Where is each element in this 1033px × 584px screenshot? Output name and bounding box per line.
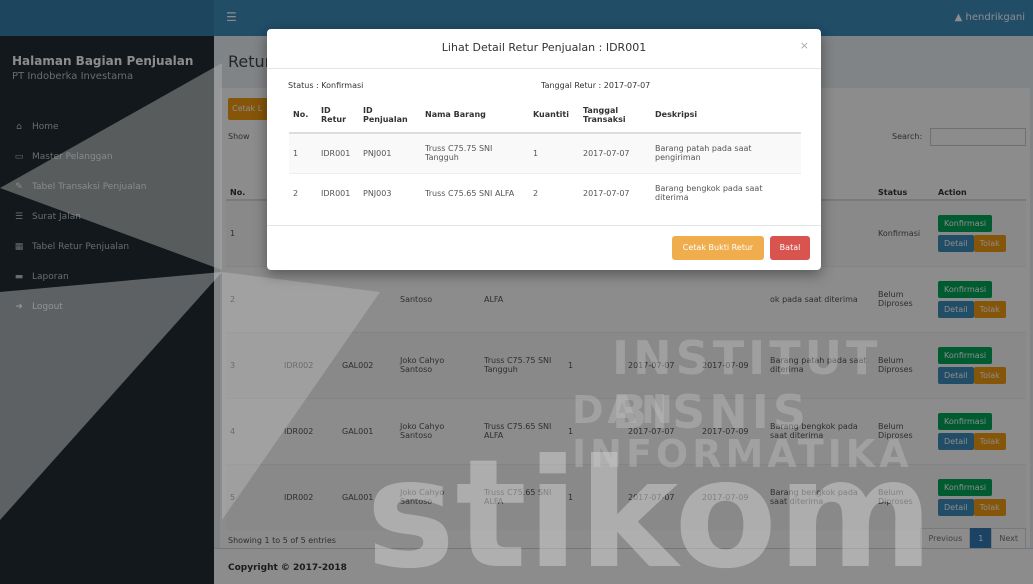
retur-detail-modal: Lihat Detail Retur Penjualan : IDR001 × … xyxy=(267,29,821,270)
m-cell-nama: Truss C75.65 SNI ALFA xyxy=(421,172,529,213)
modal-footer: Cetak Bukti Retur Batal xyxy=(267,225,821,270)
modal-header: Lihat Detail Retur Penjualan : IDR001 × xyxy=(267,29,821,69)
modal-table-header-row: No. ID Retur ID Penjualan Nama Barang Ku… xyxy=(289,97,801,134)
m-cell-id-penjualan: PNJ003 xyxy=(359,172,421,213)
m-col-nama-barang: Nama Barang xyxy=(421,97,529,134)
m-cell-tanggal: 2017-07-07 xyxy=(579,132,651,173)
m-cell-id-retur: IDR001 xyxy=(317,172,359,213)
m-cell-kuantiti: 1 xyxy=(529,132,579,173)
m-cell-nama: Truss C75.75 SNI Tangguh xyxy=(421,132,529,173)
cetak-bukti-retur-button[interactable]: Cetak Bukti Retur xyxy=(672,236,764,260)
modal-title: Lihat Detail Retur Penjualan : IDR001 xyxy=(441,41,647,54)
m-col-id-penjualan: ID Penjualan xyxy=(359,97,421,134)
logo-shape-top xyxy=(0,63,222,270)
m-cell-no: 1 xyxy=(289,132,317,173)
close-icon[interactable]: × xyxy=(800,39,809,52)
batal-button[interactable]: Batal xyxy=(770,236,810,260)
m-cell-deskripsi: Barang patah pada saat pengiriman xyxy=(651,132,801,173)
m-cell-kuantiti: 2 xyxy=(529,172,579,213)
table-row: 1 IDR001 PNJ001 Truss C75.75 SNI Tangguh… xyxy=(289,132,801,173)
m-col-kuantiti: Kuantiti xyxy=(529,97,579,134)
m-cell-deskripsi: Barang bengkok pada saat diterima xyxy=(651,172,801,213)
m-col-tanggal: Tanggal Transaksi xyxy=(579,97,651,134)
m-cell-id-retur: IDR001 xyxy=(317,132,359,173)
m-cell-no: 2 xyxy=(289,172,317,213)
logo-shape-left xyxy=(0,272,222,520)
logo-shape-right xyxy=(222,272,380,520)
m-cell-id-penjualan: PNJ001 xyxy=(359,132,421,173)
m-col-id-retur: ID Retur xyxy=(317,97,359,134)
modal-status: Status : Konfirmasi xyxy=(288,81,364,90)
m-cell-tanggal: 2017-07-07 xyxy=(579,172,651,213)
watermark-line-3: stikom xyxy=(366,428,934,584)
m-col-deskripsi: Deskripsi xyxy=(651,97,801,134)
m-col-no: No. xyxy=(289,97,317,134)
modal-detail-table: No. ID Retur ID Penjualan Nama Barang Ku… xyxy=(289,97,801,213)
modal-tanggal-retur: Tanggal Retur : 2017-07-07 xyxy=(541,81,651,90)
table-row: 2 IDR001 PNJ003 Truss C75.65 SNI ALFA 2 … xyxy=(289,172,801,213)
